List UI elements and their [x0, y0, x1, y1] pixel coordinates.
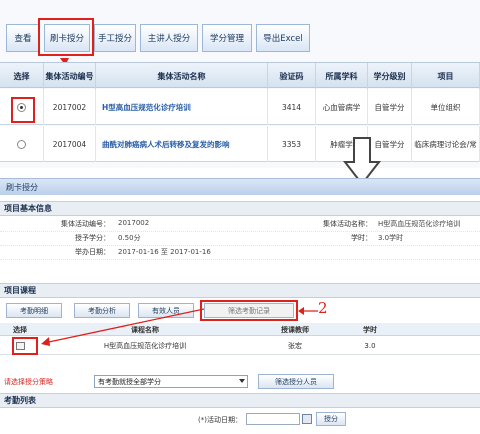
table-row[interactable]: 2017004 曲酰对肺癌病人术后转移及复发的影响 3353 肿瘤学 自管学分 … — [0, 126, 480, 162]
cell-id: 2017004 — [44, 126, 96, 162]
course-hours: 3.0 — [364, 342, 376, 350]
credit-management-button[interactable]: 学分管理 — [202, 24, 252, 52]
strategy-value: 有考勤就授全部学分 — [98, 377, 161, 386]
cell-level: 自管学分 — [368, 89, 412, 125]
hours-value: 3.0学时 — [378, 234, 404, 242]
date-value: 2017-01-16 至 2017-01-16 — [118, 248, 211, 256]
section-course: 项目课程 — [0, 283, 480, 298]
cell-id: 2017002 — [44, 89, 96, 125]
strategy-label: 请选择授分策略 — [4, 378, 53, 386]
strategy-select[interactable]: 有考勤就授全部学分 — [94, 375, 248, 388]
table-header: 选择 集体活动编号 集体活动名称 验证码 所属学科 学分级别 项目 — [0, 62, 480, 89]
col-hours: 学时 — [363, 325, 377, 334]
highlight-box — [12, 337, 38, 355]
highlight-box — [38, 18, 94, 56]
cell-name[interactable]: 曲酰对肺癌病人术后转移及复发的影响 — [96, 126, 268, 162]
col-code: 验证码 — [268, 63, 316, 89]
cell-project: 临床病理讨论会/常 — [412, 126, 480, 162]
course-teacher: 张宏 — [288, 342, 302, 350]
row-radio[interactable] — [17, 139, 26, 149]
activity-date-label: (*)活动日期： — [198, 416, 242, 424]
hours-label: 学时： — [351, 234, 372, 242]
col-subject: 所属学科 — [316, 63, 368, 89]
cell-project: 单位组织 — [412, 89, 480, 125]
activity-name-label: 集体活动名称： — [323, 220, 372, 228]
col-project: 项目 — [412, 63, 480, 89]
col-activity-name: 集体活动名称 — [96, 63, 268, 89]
swipe-credit-dialog: 刷卡授分 项目基本信息 集体活动编号： 2017002 集体活动名称： H型高血… — [0, 178, 480, 434]
cell-subject: 心血管病学 — [316, 89, 368, 125]
cell-code: 3353 — [268, 126, 316, 162]
chevron-down-icon — [239, 379, 245, 383]
activity-id-label: 集体活动编号： — [61, 220, 110, 228]
manual-credit-button[interactable]: 手工授分 — [94, 24, 136, 52]
cell-name[interactable]: H型高血压规范化诊疗培训 — [96, 89, 268, 125]
filter-credit-personnel-button[interactable]: 筛选授分人员 — [258, 374, 334, 389]
credit-value: 0.50分 — [118, 234, 141, 242]
speaker-credit-button[interactable]: 主讲人授分 — [140, 24, 198, 52]
date-label: 举办日期： — [75, 248, 110, 256]
calendar-icon[interactable] — [302, 414, 312, 424]
view-button[interactable]: 查看 — [6, 24, 40, 52]
activity-name-value: H型高血压规范化诊疗培训 — [378, 220, 461, 228]
col-select: 选择 — [0, 63, 44, 89]
export-excel-button[interactable]: 导出Excel — [256, 24, 310, 52]
col-credit-level: 学分级别 — [368, 63, 412, 89]
activity-list-panel: 查看 刷卡授分 手工授分 主讲人授分 学分管理 导出Excel 1 选择 集体活… — [0, 0, 480, 168]
col-teacher: 授课教师 — [281, 325, 309, 334]
table-row[interactable]: 2017002 H型高血压规范化诊疗培训 3414 心血管病学 自管学分 单位组… — [0, 89, 480, 125]
annotation-arrow-icon — [298, 307, 318, 315]
cell-code: 3414 — [268, 89, 316, 125]
dialog-title: 刷卡授分 — [0, 179, 480, 195]
col-select: 选择 — [13, 325, 27, 334]
section-basic-info: 项目基本信息 — [0, 201, 480, 216]
highlight-box — [200, 300, 298, 321]
activity-id-value: 2017002 — [118, 219, 150, 227]
credit-label: 授予学分： — [75, 234, 110, 242]
activity-date-input[interactable] — [246, 413, 300, 425]
highlight-box — [11, 97, 35, 123]
section-attendance-list: 考勤列表 — [0, 393, 480, 408]
annotation-arrow-icon — [41, 308, 205, 346]
search-button[interactable]: 授分 — [316, 412, 346, 426]
col-activity-id: 集体活动编号 — [44, 63, 96, 89]
